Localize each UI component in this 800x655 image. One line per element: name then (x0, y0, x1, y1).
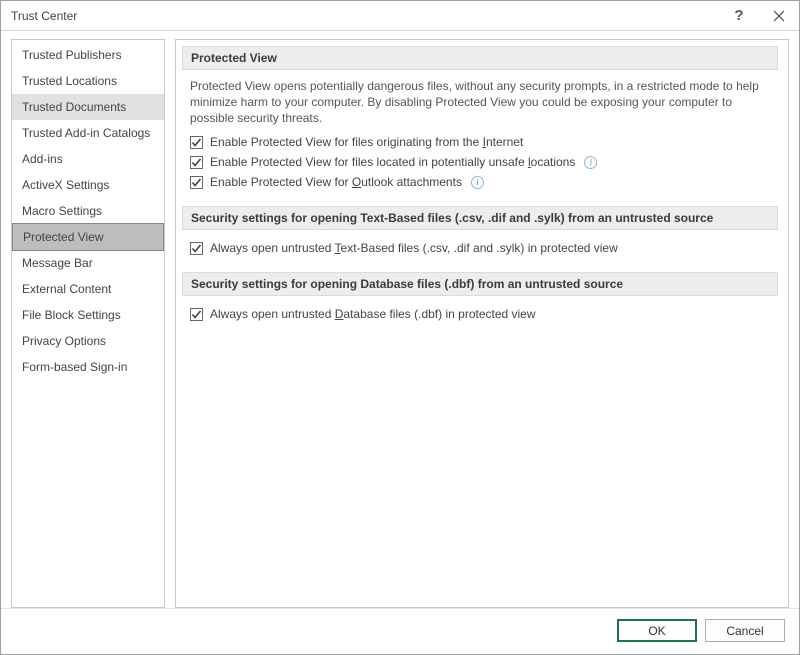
checkbox-row-text-based[interactable]: Always open untrusted Text-Based files (… (190, 238, 770, 258)
sidebar-item-trusted-addin-catalogs[interactable]: Trusted Add-in Catalogs (12, 120, 164, 146)
sidebar-item-label: External Content (22, 282, 111, 296)
section-header-database: Security settings for opening Database f… (182, 272, 778, 296)
sidebar-item-label: Add-ins (22, 152, 63, 166)
checkbox-label-database: Always open untrusted Database files (.d… (210, 307, 536, 321)
protected-view-description: Protected View opens potentially dangero… (190, 78, 770, 126)
window-title: Trust Center (11, 9, 719, 23)
checkbox-label-unsafe-locations: Enable Protected View for files located … (210, 155, 575, 169)
section-header-protected-view: Protected View (182, 46, 778, 70)
sidebar-item-file-block-settings[interactable]: File Block Settings (12, 302, 164, 328)
sidebar-item-label: Trusted Documents (22, 100, 126, 114)
sidebar-item-trusted-documents[interactable]: Trusted Documents (12, 94, 164, 120)
section-body-database: Always open untrusted Database files (.d… (182, 304, 778, 338)
checkbox-row-unsafe-locations[interactable]: Enable Protected View for files located … (190, 152, 770, 172)
ok-button[interactable]: OK (617, 619, 697, 642)
sidebar-item-label: Protected View (23, 230, 104, 244)
checkmark-icon (191, 309, 202, 320)
sidebar-item-label: Macro Settings (22, 204, 102, 218)
sidebar-item-trusted-publishers[interactable]: Trusted Publishers (12, 42, 164, 68)
sidebar-item-privacy-options[interactable]: Privacy Options (12, 328, 164, 354)
checkbox-row-database[interactable]: Always open untrusted Database files (.d… (190, 304, 770, 324)
sidebar-item-macro-settings[interactable]: Macro Settings (12, 198, 164, 224)
sidebar-item-label: Trusted Add-in Catalogs (22, 126, 150, 140)
info-icon[interactable]: i (584, 156, 597, 169)
checkmark-icon (191, 157, 202, 168)
section-header-text-based: Security settings for opening Text-Based… (182, 206, 778, 230)
checkmark-icon (191, 243, 202, 254)
titlebar: Trust Center ? (1, 1, 799, 31)
main-pane: Protected View Protected View opens pote… (175, 39, 789, 608)
sidebar-item-label: Privacy Options (22, 334, 106, 348)
close-icon (773, 10, 785, 22)
sidebar-item-form-based-signin[interactable]: Form-based Sign-in (12, 354, 164, 380)
close-button[interactable] (759, 1, 799, 31)
checkbox-row-outlook[interactable]: Enable Protected View for Outlook attach… (190, 172, 770, 192)
help-button[interactable]: ? (719, 1, 759, 31)
sidebar-item-label: Message Bar (22, 256, 93, 270)
footer: OK Cancel (1, 608, 799, 654)
sidebar-item-label: Form-based Sign-in (22, 360, 127, 374)
checkbox-database[interactable] (190, 308, 203, 321)
sidebar-item-label: Trusted Locations (22, 74, 117, 88)
cancel-button[interactable]: Cancel (705, 619, 785, 642)
sidebar-item-label: Trusted Publishers (22, 48, 122, 62)
content-area: Trusted Publishers Trusted Locations Tru… (1, 31, 799, 608)
sidebar-item-addins[interactable]: Add-ins (12, 146, 164, 172)
info-icon[interactable]: i (471, 176, 484, 189)
checkbox-label-outlook: Enable Protected View for Outlook attach… (210, 175, 462, 189)
checkbox-unsafe-locations[interactable] (190, 156, 203, 169)
checkbox-label-text-based: Always open untrusted Text-Based files (… (210, 241, 618, 255)
checkmark-icon (191, 177, 202, 188)
sidebar: Trusted Publishers Trusted Locations Tru… (11, 39, 165, 608)
sidebar-item-activex-settings[interactable]: ActiveX Settings (12, 172, 164, 198)
checkmark-icon (191, 137, 202, 148)
checkbox-text-based[interactable] (190, 242, 203, 255)
sidebar-item-label: ActiveX Settings (22, 178, 109, 192)
sidebar-item-trusted-locations[interactable]: Trusted Locations (12, 68, 164, 94)
sidebar-item-label: File Block Settings (22, 308, 121, 322)
section-body-protected-view: Protected View opens potentially dangero… (182, 78, 778, 206)
sidebar-item-protected-view[interactable]: Protected View (12, 223, 164, 251)
checkbox-internet[interactable] (190, 136, 203, 149)
checkbox-row-internet[interactable]: Enable Protected View for files originat… (190, 132, 770, 152)
section-body-text-based: Always open untrusted Text-Based files (… (182, 238, 778, 272)
checkbox-label-internet: Enable Protected View for files originat… (210, 135, 523, 149)
sidebar-item-message-bar[interactable]: Message Bar (12, 250, 164, 276)
sidebar-item-external-content[interactable]: External Content (12, 276, 164, 302)
checkbox-outlook[interactable] (190, 176, 203, 189)
